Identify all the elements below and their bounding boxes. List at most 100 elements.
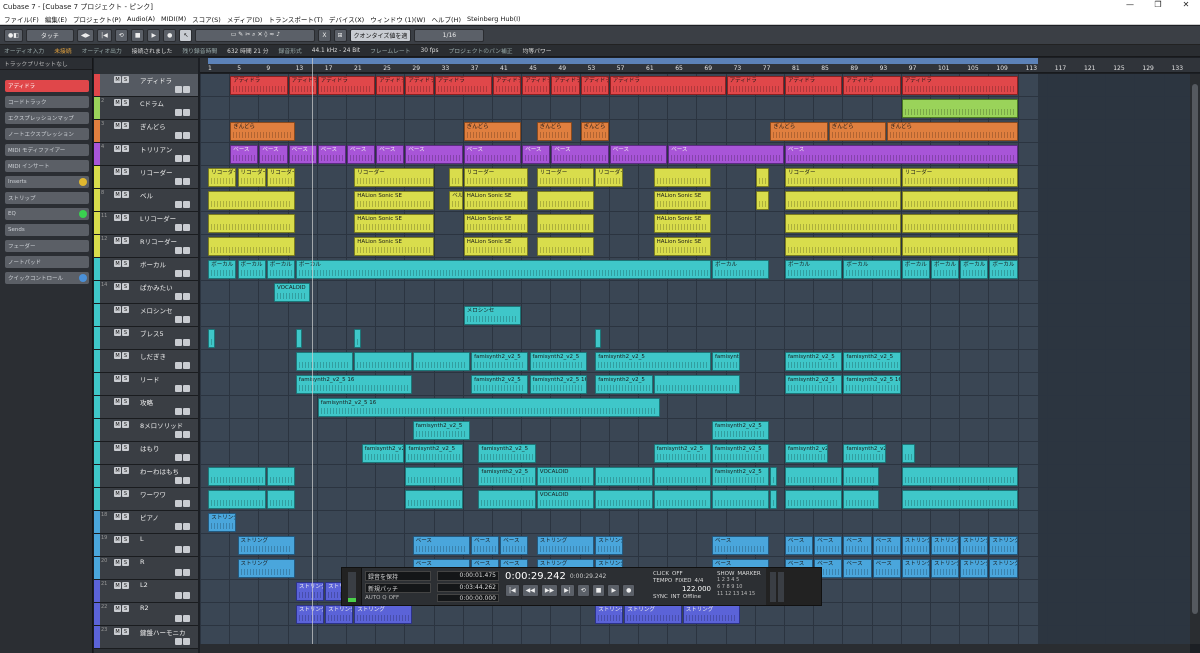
read-button[interactable] (175, 339, 182, 346)
event-part[interactable]: famisynth2_v2_5 (405, 444, 463, 463)
track-header[interactable]: MS メロシンセ (94, 304, 198, 327)
event-part[interactable]: famisynth2_v2_5 (471, 375, 529, 394)
track-name[interactable]: 攻略 (140, 397, 153, 407)
track-name[interactable]: Rリコーダー (140, 236, 177, 246)
menu-audio[interactable]: Audio(A) (127, 15, 155, 23)
track-header[interactable]: 21 MS L2 (94, 580, 198, 603)
track-name[interactable]: ベル (140, 190, 153, 200)
track-name[interactable]: L2 (140, 581, 148, 589)
write-button[interactable] (183, 408, 190, 415)
event-part[interactable] (295, 329, 303, 348)
event-part[interactable]: famisynth2_v2_5 16 (843, 375, 901, 394)
event-part[interactable]: ボーカル (843, 260, 901, 279)
track-header[interactable]: MS ブレス5 (94, 327, 198, 350)
event-part[interactable] (405, 490, 463, 509)
mute-button[interactable]: M (114, 122, 121, 129)
event-part[interactable]: リコーダー (354, 168, 434, 187)
mute-button[interactable]: M (114, 375, 121, 382)
write-button[interactable] (183, 523, 190, 530)
menu-score[interactable]: スコア(S) (192, 14, 221, 24)
read-button[interactable] (175, 247, 182, 254)
project-cursor[interactable] (312, 58, 313, 648)
event-part[interactable]: ぎんどら (887, 122, 1018, 141)
event-part[interactable] (785, 237, 901, 256)
event-part[interactable]: famisynth2_v2_5 (785, 444, 828, 463)
track-name[interactable]: ピアノ (140, 512, 159, 522)
event-part[interactable]: VOCALOID (536, 490, 595, 509)
event-part[interactable]: famisynth2_v2_5 16 (295, 375, 412, 394)
read-button[interactable] (175, 523, 182, 530)
write-button[interactable] (183, 316, 190, 323)
event-part[interactable]: リコーダー (785, 168, 901, 187)
event-part[interactable]: famisynth2_v2_5 (785, 375, 843, 394)
stop-button[interactable]: ■ (130, 28, 145, 42)
event-part[interactable]: ボーカル (785, 260, 843, 279)
write-button[interactable] (183, 362, 190, 369)
event-part[interactable]: アディドラ (317, 76, 376, 95)
read-button[interactable] (175, 86, 182, 93)
event-part[interactable]: ボーカル (901, 260, 930, 279)
track-header[interactable]: 14 MS ぱかみたい (94, 281, 198, 304)
event-part[interactable] (755, 191, 770, 210)
menu-file[interactable]: ファイル(F) (4, 14, 39, 24)
primary-time-display[interactable]: 0:00:29.242 (505, 571, 566, 582)
mute-button[interactable]: M (114, 536, 121, 543)
event-part[interactable] (449, 168, 463, 187)
track-name[interactable]: ワーワワ (140, 489, 166, 499)
event-part[interactable]: famisynth2_v2_5 (361, 444, 405, 463)
event-part[interactable] (266, 490, 295, 509)
write-button[interactable] (183, 224, 190, 231)
inspector-notepad[interactable]: ノートパッド (5, 256, 89, 268)
track-name[interactable]: R2 (140, 604, 149, 612)
track-name[interactable]: ブレス5 (140, 328, 164, 338)
event-part[interactable]: ベース (712, 536, 770, 555)
snap-button[interactable]: X (318, 28, 331, 42)
event-part[interactable]: VOCALOID (274, 283, 310, 302)
read-button[interactable] (175, 638, 182, 645)
event-part[interactable]: ぎんどら (463, 122, 522, 141)
inspector-midi-inserts[interactable]: MIDI インサート (5, 160, 89, 172)
tp-forward-button[interactable]: ▶▶ (540, 584, 559, 597)
event-part[interactable]: ベル (449, 191, 463, 210)
event-part[interactable] (208, 490, 266, 509)
event-part[interactable] (536, 214, 595, 233)
marker-buttons[interactable]: 1 2 3 4 56 7 8 9 10 11 12 13 14 15 (717, 577, 763, 598)
solo-button[interactable]: S (122, 168, 129, 175)
nav-buttons[interactable]: ◀▶ (76, 28, 95, 42)
event-part[interactable]: ベース (551, 145, 609, 164)
event-part[interactable] (785, 191, 901, 210)
event-part[interactable]: アディドラ (493, 76, 522, 95)
tempo-label[interactable]: TEMPO (653, 578, 672, 584)
event-part[interactable]: アディドラ (522, 76, 551, 95)
read-button[interactable] (175, 592, 182, 599)
solo-button[interactable]: S (122, 145, 129, 152)
write-button[interactable] (183, 638, 190, 645)
track-header[interactable]: 19 MS L (94, 534, 198, 557)
event-part[interactable]: ベース (230, 145, 259, 164)
horizontal-scrollbar[interactable] (200, 644, 1190, 653)
grid-select[interactable]: 1/16 (414, 28, 485, 42)
event-part[interactable] (208, 329, 215, 348)
mute-button[interactable]: M (114, 582, 121, 589)
track-name[interactable]: 鍵盤ハーモニカ (140, 627, 186, 637)
track-name[interactable]: アディドラ (140, 75, 172, 85)
inspector-strip[interactable]: ストリップ (5, 192, 89, 204)
inspector-expression-map[interactable]: エクスプレッションマップ (5, 112, 89, 124)
event-part[interactable]: リコーダー (536, 168, 595, 187)
event-part[interactable]: ベース (347, 145, 376, 164)
maximize-icon[interactable]: ❐ (1144, 0, 1172, 9)
write-button[interactable] (183, 431, 190, 438)
track-header[interactable]: MS ワーワワ (94, 488, 198, 511)
track-header[interactable]: 18 MS ピアノ (94, 511, 198, 534)
event-part[interactable]: ベース (668, 145, 784, 164)
event-part[interactable]: アディドラ (434, 76, 492, 95)
write-button[interactable] (183, 500, 190, 507)
mute-button[interactable]: M (114, 467, 121, 474)
event-part[interactable]: ぎんどら (536, 122, 573, 141)
track-header[interactable]: 23 MS 鍵盤ハーモニカ (94, 626, 198, 649)
write-button[interactable] (183, 569, 190, 576)
punch-time[interactable]: 0:00:00.000 (437, 594, 499, 602)
solo-button[interactable]: S (122, 398, 129, 405)
solo-button[interactable]: S (122, 559, 129, 566)
event-part[interactable]: ボーカル (237, 260, 266, 279)
